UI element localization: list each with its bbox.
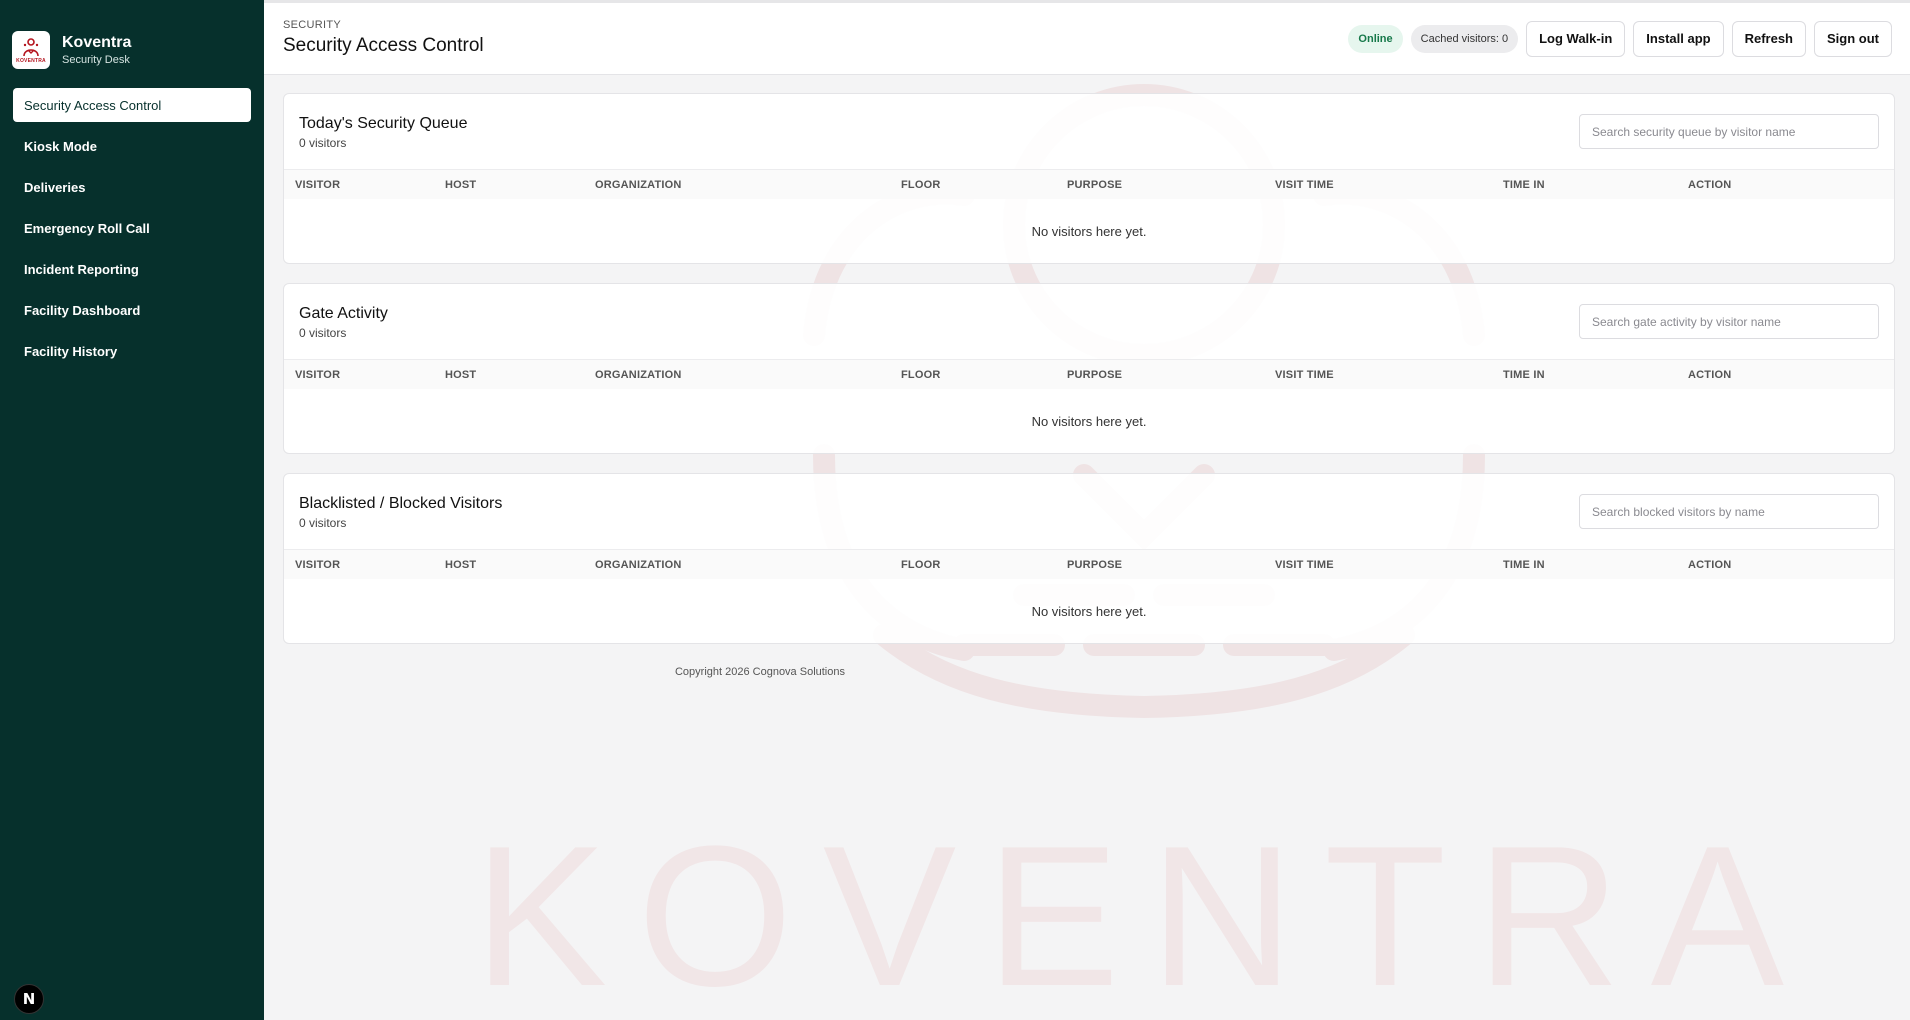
column-header-organization: ORGANIZATION <box>595 558 682 571</box>
sidebar: KOVENTRA Koventra Security Desk Security… <box>0 0 264 1020</box>
column-header-host: HOST <box>445 178 477 191</box>
column-header-visit-time: VISIT TIME <box>1275 368 1334 381</box>
table-header: VISITOR HOST ORGANIZATION FLOOR PURPOSE … <box>284 549 1894 579</box>
column-header-purpose: PURPOSE <box>1067 558 1123 571</box>
column-header-floor: FLOOR <box>901 558 941 571</box>
breadcrumb: SECURITY <box>283 19 342 31</box>
install-app-button[interactable]: Install app <box>1633 20 1724 57</box>
card-count: 0 visitors <box>299 135 347 150</box>
brand: KOVENTRA Koventra Security Desk <box>0 0 264 80</box>
sidebar-item-facility-history[interactable]: Facility History <box>13 334 251 368</box>
column-header-time-in: TIME IN <box>1503 558 1545 571</box>
gate-activity-search-input[interactable] <box>1579 304 1879 339</box>
brand-logo-text: KOVENTRA <box>16 58 46 64</box>
brand-subtitle: Security Desk <box>62 54 130 66</box>
column-header-purpose: PURPOSE <box>1067 178 1123 191</box>
card-title: Today's Security Queue <box>299 114 468 132</box>
column-header-host: HOST <box>445 368 477 381</box>
refresh-button[interactable]: Refresh <box>1731 20 1806 57</box>
column-header-organization: ORGANIZATION <box>595 178 682 191</box>
gate-activity-card: Gate Activity 0 visitors VISITOR HOST OR… <box>283 283 1895 454</box>
column-header-action: ACTION <box>1688 368 1732 381</box>
cached-visitors-badge: Cached visitors: 0 <box>1410 24 1519 53</box>
card-header: Blacklisted / Blocked Visitors 0 visitor… <box>284 474 1894 549</box>
column-header-visit-time: VISIT TIME <box>1275 558 1334 571</box>
brand-logo: KOVENTRA <box>12 31 50 69</box>
column-header-visitor: VISITOR <box>295 178 341 191</box>
title-block: SECURITY Security Access Control <box>283 19 484 58</box>
content: Today's Security Queue 0 visitors VISITO… <box>264 75 1910 678</box>
card-header: Gate Activity 0 visitors <box>284 284 1894 359</box>
empty-state: No visitors here yet. <box>1031 603 1147 619</box>
online-status-badge: Online <box>1348 24 1403 53</box>
security-queue-card: Today's Security Queue 0 visitors VISITO… <box>283 93 1895 264</box>
column-header-action: ACTION <box>1688 178 1732 191</box>
nextjs-dev-icon[interactable]: N <box>14 984 44 1014</box>
sidebar-item-facility-dashboard[interactable]: Facility Dashboard <box>13 293 251 327</box>
brand-name: Koventra <box>62 34 132 51</box>
column-header-time-in: TIME IN <box>1503 368 1545 381</box>
card-count: 0 visitors <box>299 515 347 530</box>
card-title: Gate Activity <box>299 304 388 322</box>
card-count: 0 visitors <box>299 325 347 340</box>
column-header-action: ACTION <box>1688 558 1732 571</box>
blocked-visitors-search-input[interactable] <box>1579 494 1879 529</box>
sign-out-button[interactable]: Sign out <box>1814 20 1892 57</box>
sidebar-item-emergency-roll-call[interactable]: Emergency Roll Call <box>13 211 251 245</box>
footer-copyright: Copyright 2026 Cognova Solutions <box>674 666 845 678</box>
column-header-floor: FLOOR <box>901 178 941 191</box>
column-header-purpose: PURPOSE <box>1067 368 1123 381</box>
watermark-text: KOVENTRA <box>474 805 1814 1020</box>
card-heading: Gate Activity 0 visitors <box>299 304 388 340</box>
column-header-visitor: VISITOR <box>295 368 341 381</box>
sidebar-item-kiosk-mode[interactable]: Kiosk Mode <box>13 129 251 163</box>
blocked-visitors-card: Blacklisted / Blocked Visitors 0 visitor… <box>283 473 1895 644</box>
column-header-visit-time: VISIT TIME <box>1275 178 1334 191</box>
brand-text: Koventra Security Desk <box>62 33 131 67</box>
sidebar-item-deliveries[interactable]: Deliveries <box>13 170 251 204</box>
empty-state: No visitors here yet. <box>1031 413 1147 429</box>
top-actions: Online Cached visitors: 0 Log Walk-in In… <box>1348 20 1892 57</box>
card-header: Today's Security Queue 0 visitors <box>284 94 1894 169</box>
page-title: Security Access Control <box>283 35 484 56</box>
main-area: SECURITY Security Access Control Online … <box>264 0 1910 1020</box>
card-heading: Today's Security Queue 0 visitors <box>299 114 467 150</box>
shield-icon <box>23 38 39 57</box>
card-title: Blacklisted / Blocked Visitors <box>299 494 503 512</box>
column-header-visitor: VISITOR <box>295 558 341 571</box>
column-header-time-in: TIME IN <box>1503 178 1545 191</box>
sidebar-item-security-access-control[interactable]: Security Access Control <box>13 88 251 122</box>
empty-state: No visitors here yet. <box>1031 223 1147 239</box>
sidebar-item-incident-reporting[interactable]: Incident Reporting <box>13 252 251 286</box>
table-header: VISITOR HOST ORGANIZATION FLOOR PURPOSE … <box>284 169 1894 199</box>
app-root: KOVENTRA Koventra Security Desk Security… <box>0 0 1910 1020</box>
log-walkin-button[interactable]: Log Walk-in <box>1526 20 1626 57</box>
table-header: VISITOR HOST ORGANIZATION FLOOR PURPOSE … <box>284 359 1894 389</box>
card-heading: Blacklisted / Blocked Visitors 0 visitor… <box>299 494 502 530</box>
column-header-floor: FLOOR <box>901 368 941 381</box>
column-header-organization: ORGANIZATION <box>595 368 682 381</box>
top-bar: SECURITY Security Access Control Online … <box>264 0 1910 75</box>
sidebar-nav: Security Access Control Kiosk Mode Deliv… <box>0 80 264 368</box>
security-queue-search-input[interactable] <box>1579 114 1879 149</box>
column-header-host: HOST <box>445 558 477 571</box>
